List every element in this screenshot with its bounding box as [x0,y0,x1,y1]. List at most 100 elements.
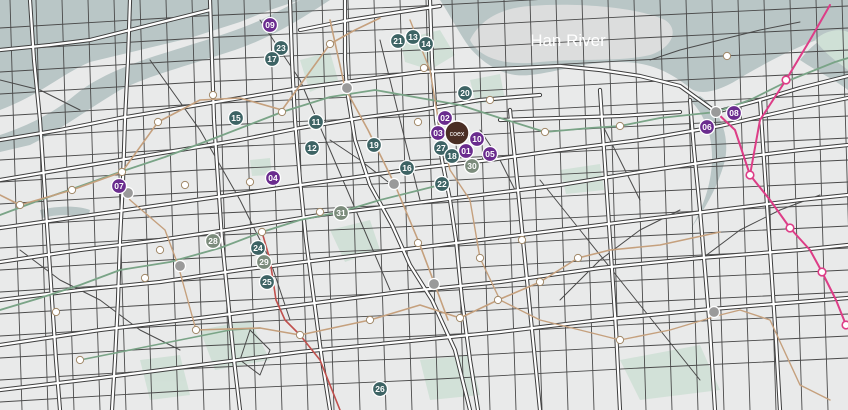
station-marker-pink [745,170,755,180]
map-marker-label: 08 [729,108,739,118]
map-marker-16[interactable]: 16 [398,159,416,177]
station-marker [485,95,495,105]
map-marker-17[interactable]: 17 [263,50,281,68]
map-marker-label: 18 [447,151,457,161]
station-marker [140,273,150,283]
station-marker [208,90,218,100]
map-marker-label: 07 [114,181,124,191]
map-marker-label: 22 [437,179,447,189]
map-marker-19[interactable]: 19 [365,136,383,154]
map-marker-label: 21 [393,36,403,46]
station-marker [315,207,325,217]
station-marker-pink [785,223,795,233]
station-marker [517,235,527,245]
station-marker [493,295,503,305]
coex-landmark-label: coex [450,131,465,138]
station-marker [153,117,163,127]
map-marker-label: 30 [467,161,477,171]
station-marker [535,277,545,287]
map-marker-14[interactable]: 14 [417,35,435,53]
map-marker-26[interactable]: 26 [371,380,389,398]
station-marker [295,330,305,340]
map-marker-30[interactable]: 30 [463,157,481,175]
map-marker-25[interactable]: 25 [258,273,276,291]
station-marker [325,39,335,49]
station-marker [75,355,85,365]
station-marker [722,51,732,61]
map-marker-07[interactable]: 07 [110,177,128,195]
station-marker [475,253,485,263]
station-marker-pink [781,75,791,85]
map-marker-label: 20 [460,88,470,98]
map-marker-label: 14 [421,39,431,49]
station-marker [277,107,287,117]
station-marker [413,117,423,127]
map-marker-01[interactable]: 01 [457,142,475,160]
station-marker [615,335,625,345]
map-marker-label: 11 [312,117,321,127]
map-marker-label: 01 [461,146,471,156]
map-marker-31[interactable]: 31 [332,204,350,222]
map-marker-29[interactable]: 29 [255,253,273,271]
map-marker-label: 04 [268,173,278,183]
station-marker [155,245,165,255]
coex-landmark[interactable]: coex [444,120,470,146]
station-marker [67,185,77,195]
map-marker-label: 25 [262,277,272,287]
map-marker-label: 06 [702,122,712,132]
map-marker-10[interactable]: 10 [468,130,486,148]
station-marker [117,167,127,177]
map-marker-label: 24 [253,243,263,253]
map-container[interactable]: Han River 09 23 17 21 13 14 20 02 03 10 27 01 05 18 30… [0,0,848,410]
map-marker-label: 16 [402,163,412,173]
map-marker-label: 09 [265,20,275,30]
map-marker-label: 03 [433,128,443,138]
map-marker-label: 28 [208,236,218,246]
map-marker-11[interactable]: 11 [307,113,325,131]
station-marker [257,227,267,237]
map-marker-15[interactable]: 15 [227,109,245,127]
map-marker-05[interactable]: 05 [481,145,499,163]
transfer-station-marker [707,305,721,319]
map-marker-21[interactable]: 21 [389,32,407,50]
station-marker [419,63,429,73]
transfer-station-marker [340,81,354,95]
map-marker-09[interactable]: 09 [261,16,279,34]
station-marker [191,325,201,335]
station-marker [455,313,465,323]
map-marker-20[interactable]: 20 [456,84,474,102]
map-marker-28[interactable]: 28 [204,232,222,250]
map-marker-03[interactable]: 03 [429,124,447,142]
map-marker-label: 23 [276,43,286,53]
station-marker [413,238,423,248]
map-marker-label: 10 [472,134,482,144]
map-marker-label: 17 [267,54,277,64]
map-marker-label: 31 [336,208,346,218]
transfer-station-marker [173,259,187,273]
map-canvas[interactable]: Han River 09 2317 21 1314 20 02 03 10 27 01 05 18 30… [0,0,848,410]
map-marker-label: 05 [485,149,495,159]
station-marker [180,180,190,190]
map-marker-label: 12 [307,143,317,153]
map-marker-label: 15 [231,113,241,123]
map-marker-label: 13 [408,32,418,42]
station-marker [573,253,583,263]
station-marker [540,127,550,137]
river-label: Han River [530,31,606,50]
map-marker-22[interactable]: 22 [433,175,451,193]
station-marker [615,121,625,131]
transfer-station-marker [387,177,401,191]
map-marker-12[interactable]: 12 [303,139,321,157]
station-marker [51,307,61,317]
map-marker-08[interactable]: 08 [725,104,743,122]
map-marker-24[interactable]: 24 [249,239,267,257]
map-marker-04[interactable]: 04 [264,169,282,187]
map-marker-06[interactable]: 06 [698,118,716,136]
station-marker [15,200,25,210]
station-marker-pink [841,320,848,330]
station-marker [245,177,255,187]
map-marker-18[interactable]: 18 [443,147,461,165]
map-marker-label: 02 [440,113,450,123]
transfer-station-marker [427,277,441,291]
station-marker [365,315,375,325]
